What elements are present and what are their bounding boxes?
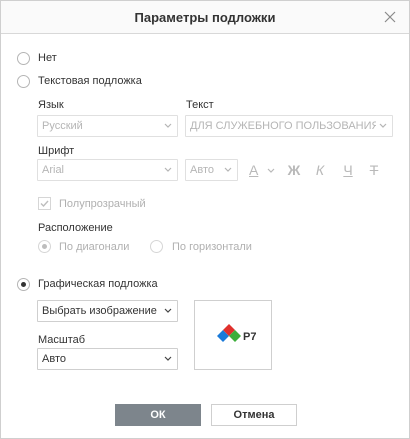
font-color-button[interactable]: A xyxy=(249,159,279,181)
chevron-down-icon xyxy=(379,123,387,128)
chevron-down-icon xyxy=(267,168,275,173)
radio-layout-diagonal-label: По диагонали xyxy=(59,241,130,253)
watermark-settings-dialog: Параметры подложки Нет Текстовая подложк… xyxy=(0,0,410,439)
choose-image-label: Выбрать изображение xyxy=(42,305,157,317)
radio-layout-horizontal[interactable] xyxy=(150,240,163,253)
radio-none-label: Нет xyxy=(38,52,57,64)
radio-text-watermark-label: Текстовая подложка xyxy=(38,75,142,87)
text-select[interactable]: ДЛЯ СЛУЖЕБНОГО ПОЛЬЗОВАНИЯ xyxy=(185,115,393,137)
image-preview: P7 xyxy=(194,300,272,370)
radio-image-watermark[interactable] xyxy=(17,278,30,291)
font-select[interactable]: Arial xyxy=(37,159,178,181)
bold-icon: Ж xyxy=(287,162,301,178)
close-icon[interactable] xyxy=(380,7,400,27)
layout-label: Расположение xyxy=(38,222,113,234)
dialog-title: Параметры подложки xyxy=(134,10,276,25)
radio-text-watermark[interactable] xyxy=(17,75,30,88)
radio-layout-horizontal-label: По горизонтали xyxy=(172,241,252,253)
chevron-down-icon xyxy=(164,123,172,128)
bold-button[interactable]: Ж xyxy=(283,159,305,181)
radio-layout-diagonal[interactable] xyxy=(38,240,51,253)
semitransparent-checkbox[interactable] xyxy=(38,197,51,210)
scale-value: Авто xyxy=(42,353,66,365)
underline-button[interactable]: Ч xyxy=(337,159,359,181)
text-value: ДЛЯ СЛУЖЕБНОГО ПОЛЬЗОВАНИЯ xyxy=(190,120,376,132)
font-size-value: Авто xyxy=(190,164,214,176)
chevron-down-icon xyxy=(164,356,172,361)
preview-text: P7 xyxy=(243,331,256,343)
cancel-button[interactable]: Отмена xyxy=(211,404,297,426)
ok-button[interactable]: ОК xyxy=(115,404,201,426)
language-value: Русский xyxy=(42,120,83,132)
strikethrough-icon: Т xyxy=(369,162,379,178)
font-label: Шрифт xyxy=(38,145,75,157)
check-icon xyxy=(40,200,49,208)
radio-image-watermark-label: Графическая подложка xyxy=(38,278,158,290)
semitransparent-label: Полупрозрачный xyxy=(59,198,146,210)
italic-button[interactable]: К xyxy=(309,159,331,181)
italic-icon: К xyxy=(315,162,325,178)
dialog-titlebar: Параметры подложки xyxy=(1,1,409,34)
language-label: Язык xyxy=(38,99,64,111)
radio-none[interactable] xyxy=(17,52,30,65)
font-color-icon: A xyxy=(249,162,259,178)
underline-icon: Ч xyxy=(343,162,353,178)
font-size-select[interactable]: Авто xyxy=(185,159,238,181)
strikethrough-button[interactable]: Т xyxy=(363,159,385,181)
chevron-down-icon xyxy=(164,167,172,172)
scale-label: Масштаб xyxy=(38,334,86,346)
chevron-down-icon xyxy=(224,167,232,172)
chevron-down-icon xyxy=(164,308,172,313)
choose-image-button[interactable]: Выбрать изображение xyxy=(37,300,178,322)
p7-logo: P7 xyxy=(217,324,256,343)
scale-select[interactable]: Авто xyxy=(37,348,178,370)
text-label: Текст xyxy=(186,99,214,111)
font-value: Arial xyxy=(42,164,65,176)
language-select[interactable]: Русский xyxy=(37,115,178,137)
